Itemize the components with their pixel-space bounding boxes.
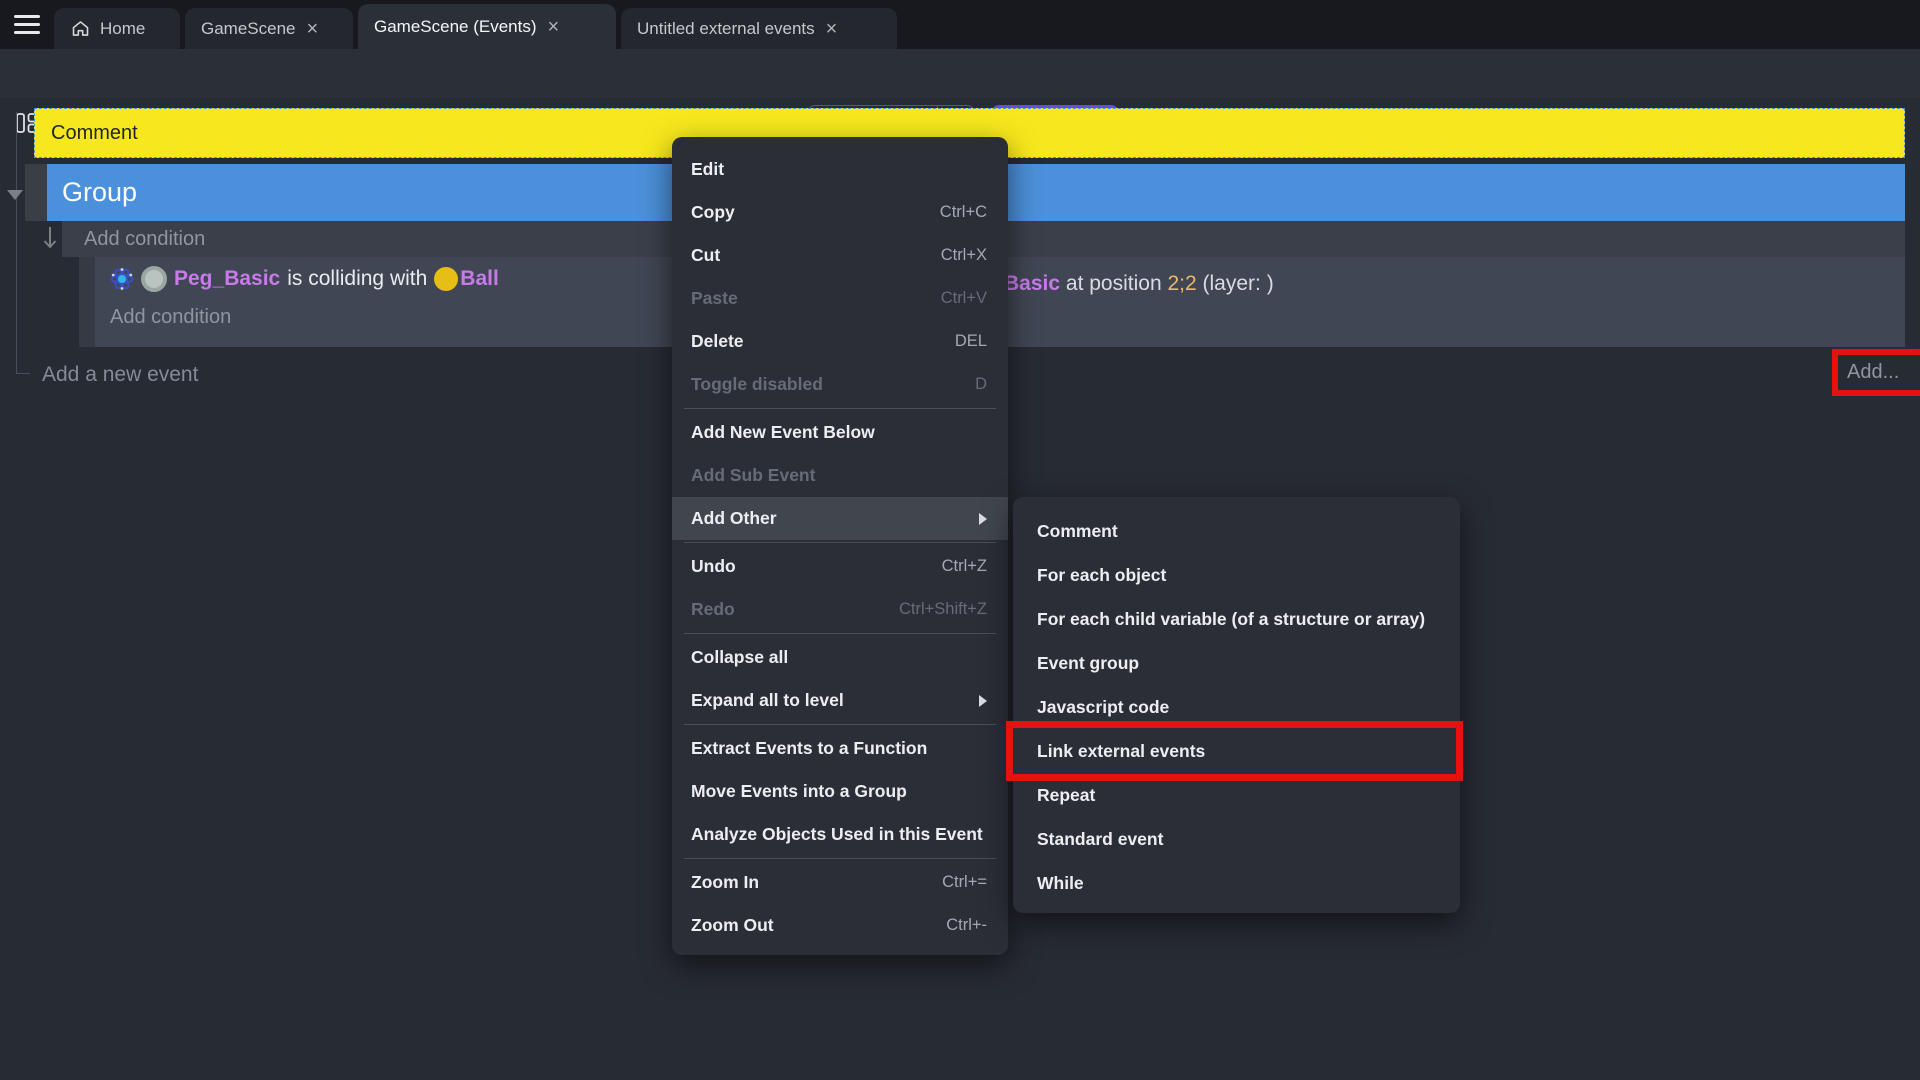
add-button-annotation: Add... xyxy=(1832,349,1920,396)
home-icon xyxy=(70,18,91,39)
menu-separator xyxy=(684,408,996,409)
ball-object-icon xyxy=(434,267,458,291)
action-position-value: 2;2 xyxy=(1167,272,1196,295)
menu-item-zoom-in[interactable]: Zoom InCtrl+= xyxy=(672,861,1008,904)
add-new-event-link[interactable]: Add a new event xyxy=(42,363,198,387)
close-icon[interactable]: × xyxy=(546,17,562,37)
hamburger-menu-icon[interactable] xyxy=(12,13,42,37)
action-object: Basic xyxy=(1004,272,1060,295)
add-condition-link[interactable]: Add condition xyxy=(110,306,231,329)
submenu-item-while[interactable]: While xyxy=(1013,861,1460,905)
menu-item-paste: PasteCtrl+V xyxy=(672,277,1008,320)
submenu-item-for-each-child-variable[interactable]: For each child variable (of a structure … xyxy=(1013,597,1460,641)
tree-guide-line xyxy=(16,112,17,374)
collapse-group-icon[interactable] xyxy=(7,190,23,200)
menu-item-delete[interactable]: DeleteDEL xyxy=(672,320,1008,363)
sub-event-arrow-icon xyxy=(42,227,58,255)
submenu-item-link-external-events[interactable]: Link external events xyxy=(1013,729,1460,773)
tab-home[interactable]: Home xyxy=(54,8,180,49)
close-icon[interactable]: × xyxy=(824,19,840,39)
condition-text: is colliding with xyxy=(287,267,427,291)
menu-item-expand-all-to-level[interactable]: Expand all to level xyxy=(672,679,1008,722)
add-condition-link[interactable]: Add condition xyxy=(84,228,205,251)
context-menu: Edit CopyCtrl+C CutCtrl+X PasteCtrl+V De… xyxy=(672,137,1008,955)
menu-item-cut[interactable]: CutCtrl+X xyxy=(672,234,1008,277)
tree-guide-corner xyxy=(16,373,30,374)
menu-item-analyze-objects[interactable]: Analyze Objects Used in this Event xyxy=(672,813,1008,856)
menu-separator xyxy=(684,858,996,859)
event-drag-handle[interactable] xyxy=(79,257,95,347)
group-title: Group xyxy=(62,177,137,208)
tab-untitled-external-events[interactable]: Untitled external events × xyxy=(621,8,897,49)
menu-item-toggle-disabled: Toggle disabledD xyxy=(672,363,1008,406)
tab-gamescene[interactable]: GameScene × xyxy=(185,8,353,49)
tab-label: Untitled external events xyxy=(637,19,815,39)
add-button[interactable]: Add... xyxy=(1847,361,1899,384)
action-row[interactable]: Basic at position 2;2 (layer: ) xyxy=(1004,272,1274,296)
submenu-item-for-each-object[interactable]: For each object xyxy=(1013,553,1460,597)
chevron-right-icon xyxy=(979,513,987,525)
menu-item-zoom-out[interactable]: Zoom OutCtrl+- xyxy=(672,904,1008,947)
group-drag-handle[interactable] xyxy=(25,164,47,221)
collision-condition-icon xyxy=(110,267,134,291)
close-icon[interactable]: × xyxy=(305,19,321,39)
menu-separator xyxy=(684,724,996,725)
menu-item-move-events-into-group[interactable]: Move Events into a Group xyxy=(672,770,1008,813)
action-text-2: (layer: ) xyxy=(1203,272,1274,295)
menu-separator xyxy=(684,633,996,634)
menu-item-collapse-all[interactable]: Collapse all xyxy=(672,636,1008,679)
submenu-item-repeat[interactable]: Repeat xyxy=(1013,773,1460,817)
menu-item-add-other[interactable]: Add Other xyxy=(672,497,1008,540)
submenu-item-standard-event[interactable]: Standard event xyxy=(1013,817,1460,861)
peg-basic-object-icon xyxy=(141,266,167,292)
add-other-submenu: Comment For each object For each child v… xyxy=(1013,497,1460,913)
gdevelop-window: Home GameScene × GameScene (Events) × Un… xyxy=(0,0,1920,1080)
comment-text: Comment xyxy=(51,122,138,145)
tab-gamescene-events[interactable]: GameScene (Events) × xyxy=(358,4,616,49)
submenu-item-javascript-code[interactable]: Javascript code xyxy=(1013,685,1460,729)
menu-item-extract-events-to-function[interactable]: Extract Events to a Function xyxy=(672,727,1008,770)
submenu-item-event-group[interactable]: Event group xyxy=(1013,641,1460,685)
menu-item-add-sub-event: Add Sub Event xyxy=(672,454,1008,497)
tab-label: Home xyxy=(100,19,145,39)
condition-object-a: Peg_Basic xyxy=(174,267,280,291)
condition-object-b: Ball xyxy=(460,267,499,291)
condition-row[interactable]: Peg_Basic is colliding with Ball xyxy=(110,266,499,292)
tab-bar: Home GameScene × GameScene (Events) × Un… xyxy=(0,0,1920,49)
tab-label: GameScene xyxy=(201,19,296,39)
menu-separator xyxy=(684,542,996,543)
tab-label: GameScene (Events) xyxy=(374,17,537,37)
toolbar: Preview Publish xyxy=(0,49,1920,98)
action-text-1: at position xyxy=(1066,272,1162,295)
menu-item-copy[interactable]: CopyCtrl+C xyxy=(672,191,1008,234)
menu-item-add-new-event-below[interactable]: Add New Event Below xyxy=(672,411,1008,454)
chevron-right-icon xyxy=(979,695,987,707)
submenu-item-comment[interactable]: Comment xyxy=(1013,509,1460,553)
menu-item-edit[interactable]: Edit xyxy=(672,148,1008,191)
menu-item-undo[interactable]: UndoCtrl+Z xyxy=(672,545,1008,588)
menu-item-redo: RedoCtrl+Shift+Z xyxy=(672,588,1008,631)
